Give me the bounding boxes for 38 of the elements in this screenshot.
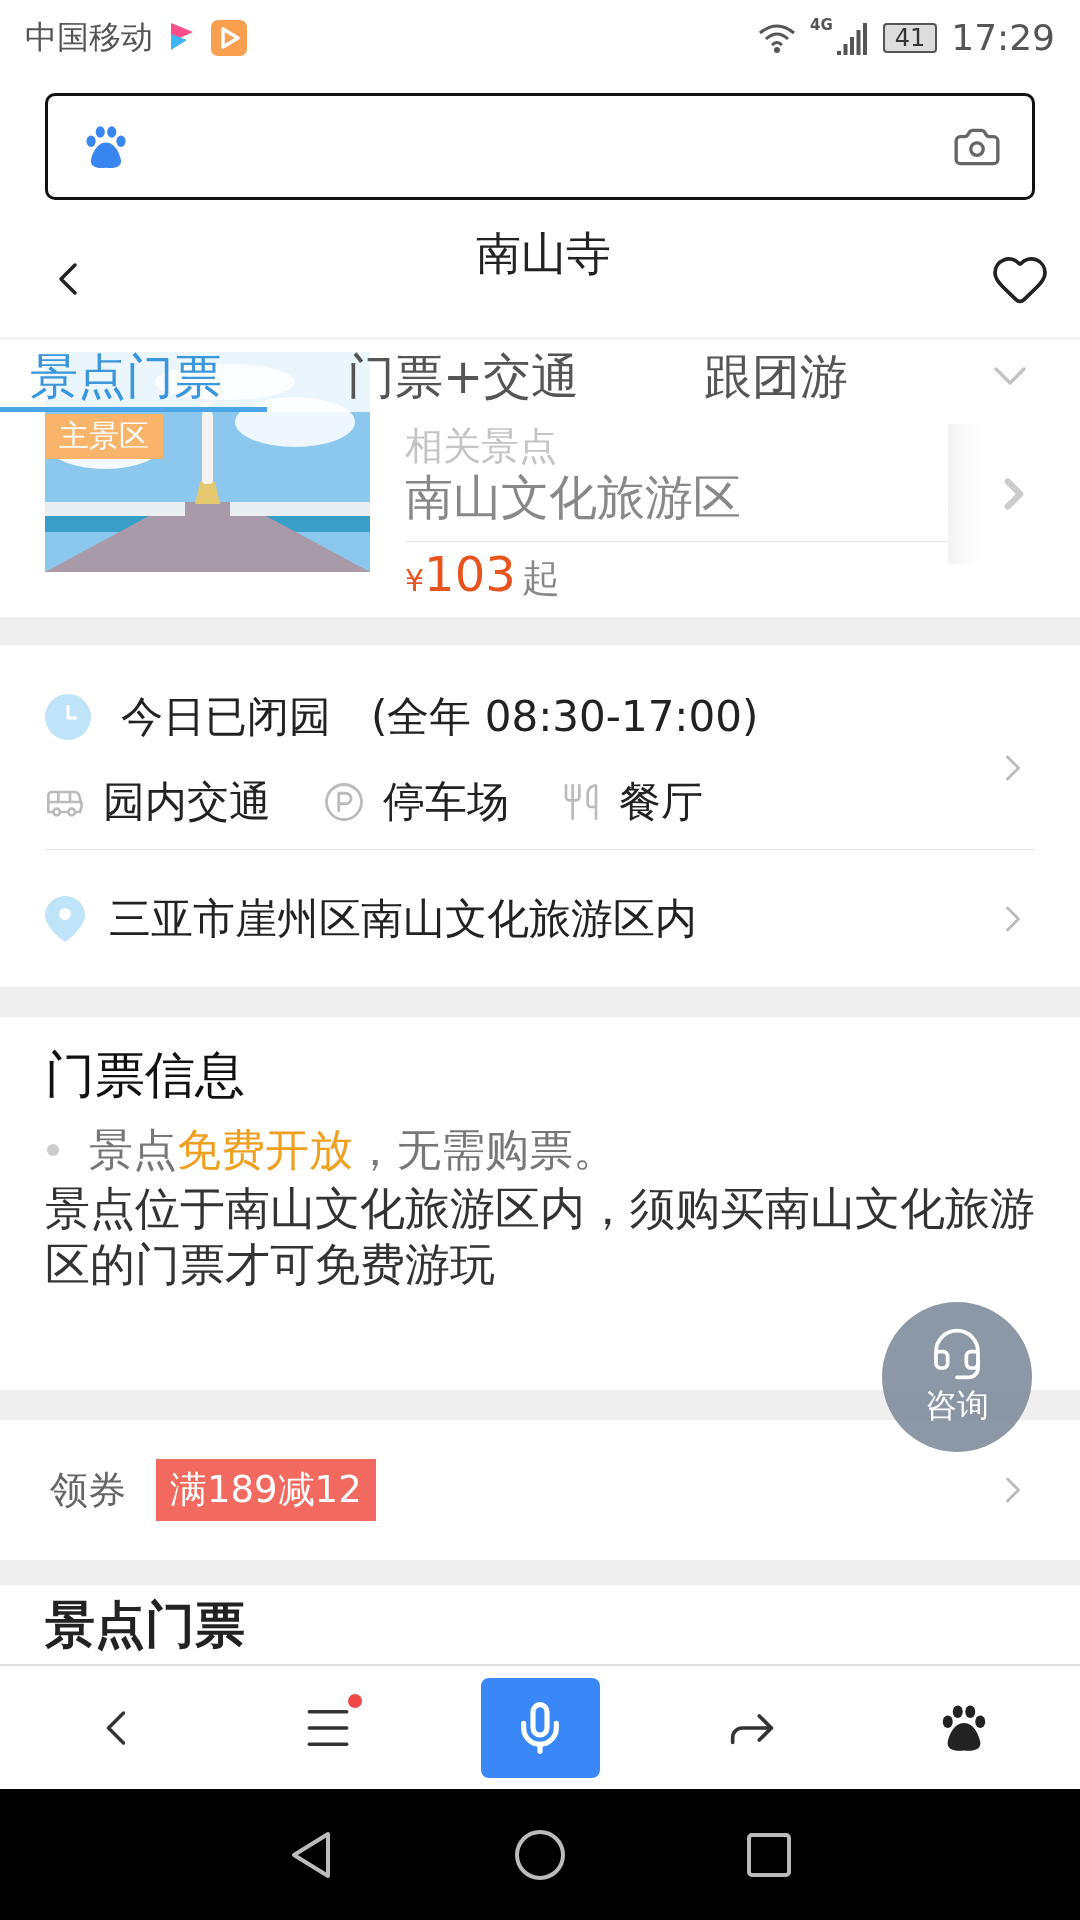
voice-button[interactable] xyxy=(480,1677,600,1778)
parking-icon xyxy=(323,781,365,823)
coupon-label: 领券 xyxy=(50,1466,126,1514)
search-field[interactable] xyxy=(45,93,1035,200)
price: ¥103 xyxy=(405,546,516,602)
facility-label: 停车场 xyxy=(383,776,509,828)
price-suffix: 起 xyxy=(521,555,560,602)
section-title: 景点门票 xyxy=(45,1595,246,1655)
ticket-note: 景点位于南山文化旅游区内，须购买南山文化旅游区的门票才可免费游玩 xyxy=(45,1181,1035,1293)
facility-label: 餐厅 xyxy=(619,776,703,828)
address: 三亚市崖州区南山文化旅游区内 xyxy=(109,892,697,945)
consult-button[interactable]: 咨询 xyxy=(882,1302,1032,1452)
network-type: 4G xyxy=(809,16,833,34)
related-label: 相关景点 xyxy=(405,424,557,468)
place-name: 南山文化旅游区 xyxy=(405,468,741,526)
coupon-tag[interactable]: 满189减12 xyxy=(156,1459,376,1521)
paw-icon xyxy=(83,123,129,170)
scenic-badge: 主景区 xyxy=(45,414,163,459)
page-title: 南山寺 xyxy=(475,225,611,282)
tab[interactable]: 门票+交通 xyxy=(317,340,625,412)
wifi-icon xyxy=(757,22,796,53)
play-icon xyxy=(211,19,247,56)
ticket-notice: 景点免费开放，无需购票。 xyxy=(89,1122,617,1177)
tab[interactable]: 景点门票 xyxy=(0,340,267,412)
carrier-name: 中国移动 xyxy=(25,16,153,58)
home-icon[interactable] xyxy=(514,1828,566,1881)
opening-hours: (全年 08:30-17:00) xyxy=(371,691,759,743)
signal-icon xyxy=(836,20,869,55)
location-pin-icon xyxy=(45,895,85,942)
hours-status: 今日已闭园 xyxy=(121,691,331,743)
battery-level: 41 xyxy=(882,22,938,53)
clock-icon xyxy=(45,694,91,740)
section-title: 门票信息 xyxy=(45,1045,246,1105)
recents-icon[interactable] xyxy=(746,1831,792,1878)
bullet-dot xyxy=(47,1144,59,1156)
facility-label: 园内交通 xyxy=(103,776,271,828)
tab[interactable]: 跟团游 xyxy=(674,340,894,412)
clock-time: 17:29 xyxy=(951,17,1055,58)
